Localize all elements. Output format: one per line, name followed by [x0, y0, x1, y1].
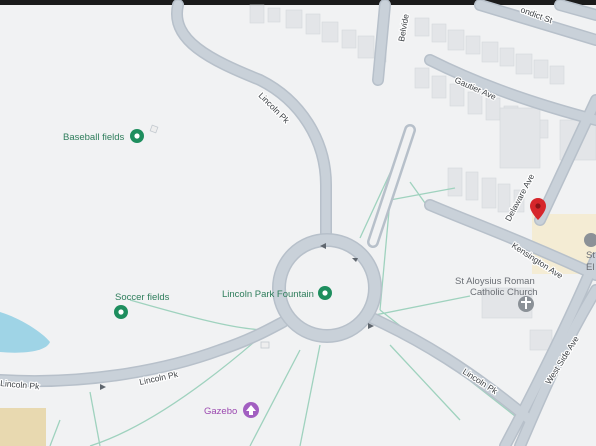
poi-church-label-line1: St Aloysius Roman	[455, 276, 535, 287]
map-base-layer: Baseball fields Soccer fields Lincoln Pa…	[0, 0, 596, 446]
poi-baseball[interactable]: Baseball fields	[63, 129, 144, 143]
roads	[0, 0, 596, 446]
street-label-belvidere: Belvide	[396, 13, 411, 42]
poi-school[interactable]: St El	[584, 233, 596, 273]
garden-squares	[149, 124, 270, 349]
building-bottom-left	[0, 408, 46, 446]
poi-gazebo[interactable]: Gazebo	[204, 402, 259, 418]
park-walkway-diagonal	[369, 126, 414, 246]
poi-fountain-label: Lincoln Park Fountain	[222, 289, 314, 300]
pond-water	[0, 312, 50, 353]
map-canvas[interactable]: Baseball fields Soccer fields Lincoln Pa…	[0, 0, 596, 446]
poi-baseball-label: Baseball fields	[63, 132, 125, 143]
street-label-lincoln-pk-east: Lincoln Pk	[461, 366, 500, 396]
poi-school-label-line2: El	[586, 262, 594, 273]
poi-school-label-line1: St	[586, 250, 595, 261]
poi-fountain[interactable]: Lincoln Park Fountain	[222, 286, 332, 300]
top-edge-strip	[0, 0, 596, 5]
poi-church-label-line2: Catholic Church	[470, 287, 538, 298]
poi-soccer[interactable]: Soccer fields	[114, 292, 170, 319]
street-label-lincoln-pk-west-a: Lincoln Pk	[0, 378, 41, 391]
poi-soccer-label: Soccer fields	[115, 292, 170, 303]
poi-gazebo-label: Gazebo	[204, 406, 237, 417]
